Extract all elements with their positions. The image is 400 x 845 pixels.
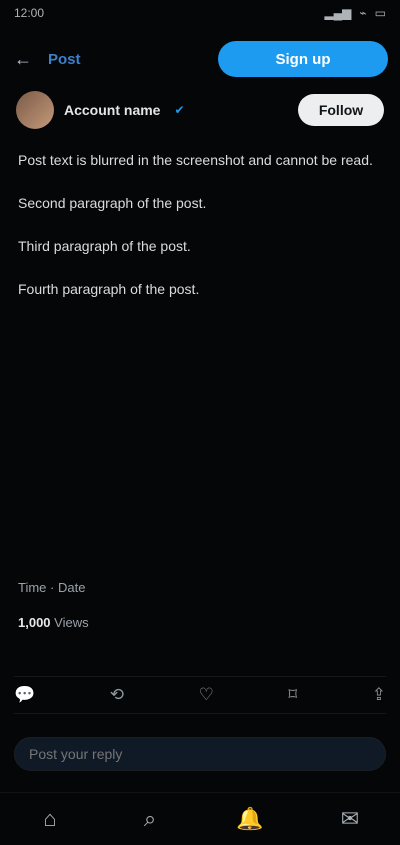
bottom-tabbar: ⌂ ⌕ 🔔 ✉	[0, 792, 400, 845]
home-icon[interactable]: ⌂	[28, 797, 72, 841]
page-title: Post	[48, 50, 81, 68]
post-paragraph-3: Third paragraph of the post.	[18, 238, 191, 254]
post-actions: 💬 ⟲ ♡ ⌑ ⇪	[14, 676, 386, 714]
share-button[interactable]: ⇪	[372, 685, 386, 705]
repost-icon: ⟲	[109, 685, 124, 704]
reply-input[interactable]	[14, 737, 386, 771]
bookmark-icon: ⌑	[288, 685, 298, 704]
post-paragraph-1: Post text is blurred in the screenshot a…	[18, 152, 373, 168]
views-count: 1,000	[18, 615, 51, 630]
like-button[interactable]: ♡	[199, 685, 220, 705]
reply-button[interactable]: 💬	[14, 685, 41, 705]
post-paragraph-2: Second paragraph of the post.	[18, 195, 207, 211]
post-author: Account name ✔ Follow	[16, 90, 384, 130]
post-meta: Time · Date 1,000 Views	[18, 580, 382, 650]
signal-icon: ▂▄▆	[324, 6, 352, 20]
post-views: 1,000 Views	[18, 615, 382, 630]
views-label: Views	[54, 615, 89, 630]
follow-button[interactable]: Follow	[298, 94, 384, 126]
top-navbar: ← Post Sign up	[0, 34, 400, 84]
repost-button[interactable]: ⟲	[110, 685, 130, 705]
author-info[interactable]: Account name ✔	[16, 91, 185, 129]
search-icon[interactable]: ⌕	[128, 797, 172, 841]
share-icon: ⇪	[371, 685, 386, 704]
status-icons: ▂▄▆ ⌁ ▭	[324, 6, 386, 20]
like-icon: ♡	[198, 685, 214, 704]
wifi-icon: ⌁	[359, 6, 367, 20]
status-time: 12:00	[14, 6, 45, 20]
post-content: Post text is blurred in the screenshot a…	[18, 150, 382, 322]
battery-icon: ▭	[374, 6, 386, 20]
reply-icon: 💬	[14, 685, 36, 704]
avatar[interactable]	[16, 91, 54, 129]
notifications-icon[interactable]: 🔔	[228, 797, 272, 841]
post-paragraph-4: Fourth paragraph of the post.	[18, 281, 200, 297]
nav-left: ← Post	[12, 48, 81, 70]
status-bar: 12:00 ▂▄▆ ⌁ ▭	[0, 0, 400, 26]
back-arrow-icon[interactable]: ←	[12, 48, 34, 70]
messages-icon[interactable]: ✉	[328, 797, 372, 841]
bookmark-button[interactable]: ⌑	[288, 685, 303, 705]
post-timestamp[interactable]: Time · Date	[18, 580, 382, 595]
verified-badge-icon: ✔	[174, 103, 185, 117]
signup-button[interactable]: Sign up	[218, 41, 388, 77]
reply-box	[14, 736, 386, 772]
author-name[interactable]: Account name	[64, 102, 160, 118]
